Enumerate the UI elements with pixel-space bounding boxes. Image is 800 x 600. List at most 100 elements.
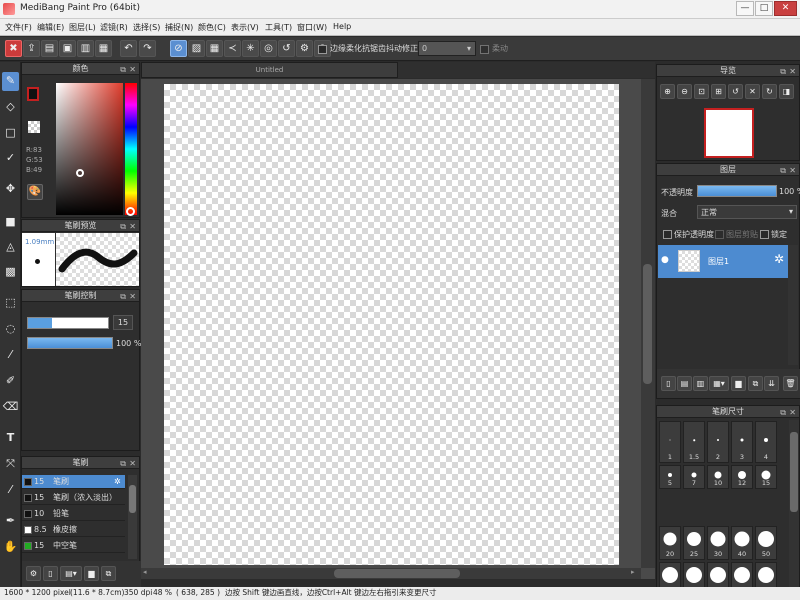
menu-edit[interactable]: 编辑(E) <box>37 22 64 33</box>
float-icon[interactable]: ⧉ <box>120 291 126 302</box>
scroll-thumb[interactable] <box>129 485 136 513</box>
menu-snap[interactable]: 捕捉(N) <box>165 22 193 33</box>
text-tool-icon[interactable]: T <box>2 429 19 448</box>
saturation-value-picker[interactable] <box>56 83 123 215</box>
float-icon[interactable]: ⧉ <box>120 221 126 232</box>
float-icon[interactable]: ⧉ <box>780 407 786 418</box>
chat-icon[interactable]: ▤ <box>41 40 58 57</box>
float-icon[interactable]: ⧉ <box>120 458 126 469</box>
dot-tool-icon[interactable]: □ <box>2 124 19 143</box>
vertical-scroll-thumb[interactable] <box>643 264 652 384</box>
float-icon[interactable]: ⧉ <box>780 66 786 77</box>
hand-tool-icon[interactable]: ✋ <box>2 538 19 557</box>
flip-icon[interactable]: ◨ <box>779 84 794 99</box>
menu-tools[interactable]: 工具(T) <box>265 22 292 33</box>
radial-snap-icon[interactable]: ≺ <box>224 40 241 57</box>
menu-file[interactable]: 文件(F) <box>5 22 32 33</box>
undo-icon[interactable]: ↶ <box>120 40 137 57</box>
brush-list-scrollbar[interactable] <box>128 475 137 559</box>
menu-layer[interactable]: 图层(L) <box>69 22 96 33</box>
lock-checkbox[interactable] <box>760 230 769 239</box>
curve-snap-icon[interactable]: ↺ <box>278 40 295 57</box>
hue-slider[interactable] <box>125 83 137 216</box>
size-cell[interactable]: 100 <box>683 562 705 588</box>
maximize-button[interactable]: □ <box>755 1 773 16</box>
blend-mode-select[interactable]: 正常 ▾ <box>697 205 797 219</box>
navigator-thumbnail[interactable] <box>704 108 754 158</box>
menu-view[interactable]: 表示(V) <box>231 22 259 33</box>
radial-burst-snap-icon[interactable]: ✳ <box>242 40 259 57</box>
stabilizer-select[interactable]: 0 ▾ <box>418 41 476 56</box>
antialias-checkbox-box[interactable] <box>318 45 327 54</box>
new-layer-icon[interactable]: ▯ <box>661 376 676 391</box>
color-picker-handle[interactable] <box>76 169 84 177</box>
eraser-tool-icon[interactable]: ◇ <box>2 98 19 117</box>
merge-layer-icon[interactable]: ⇊ <box>764 376 779 391</box>
size-cell[interactable]: 300 <box>755 562 777 588</box>
size-cell[interactable]: 200 <box>731 562 753 588</box>
canvas-tab[interactable]: Untitled <box>141 62 398 78</box>
hue-handle[interactable] <box>126 207 135 216</box>
close-icon[interactable]: ✕ <box>789 66 796 77</box>
primary-color-swatch[interactable] <box>27 87 39 101</box>
duplicate-layer-icon[interactable]: ⧉ <box>748 376 763 391</box>
size-cell[interactable]: 70 <box>659 562 681 588</box>
size-cell[interactable]: 15 <box>755 465 777 489</box>
add-brush-icon[interactable]: ▤▾ <box>60 566 82 581</box>
canvas-vertical-scrollbar[interactable] <box>641 79 655 568</box>
palette-icon[interactable]: 🎨 <box>27 184 43 200</box>
select-eraser-icon[interactable]: ⌫ <box>2 398 19 417</box>
close-icon[interactable]: ✕ <box>789 407 796 418</box>
size-cell[interactable]: 1.5 <box>683 421 705 463</box>
document-icon[interactable]: ▦ <box>95 40 112 57</box>
size-cell[interactable]: 5 <box>659 465 681 489</box>
dropper-icon[interactable]: ✒ <box>2 512 19 531</box>
close-doc-icon[interactable]: ✖ <box>5 40 22 57</box>
brush-size-scrollbar[interactable] <box>789 420 799 587</box>
size-cell[interactable]: 150 <box>707 562 729 588</box>
move-tool-icon[interactable]: ✥ <box>2 180 19 199</box>
new-halftone-layer-icon[interactable]: ▤ <box>677 376 692 391</box>
new-brush-icon[interactable]: ▯ <box>43 566 58 581</box>
canvas[interactable] <box>164 84 619 565</box>
brush-list-item[interactable]: 8.5 橡皮擦 <box>22 523 125 537</box>
shape-tool-icon[interactable]: ■ <box>2 213 19 232</box>
size-cell[interactable]: 10 <box>707 465 729 489</box>
size-cell[interactable]: 40 <box>731 526 753 560</box>
gear-icon[interactable]: ✲ <box>114 475 121 488</box>
brush-size-input[interactable]: 15 <box>113 315 133 330</box>
scroll-left-icon[interactable]: ◂ <box>143 568 147 576</box>
close-icon[interactable]: ✕ <box>129 64 136 75</box>
eye-icon[interactable]: ● <box>661 255 669 265</box>
minimize-button[interactable]: — <box>736 1 754 16</box>
close-icon[interactable]: ✕ <box>129 221 136 232</box>
menu-color[interactable]: 颜色(C) <box>198 22 226 33</box>
protect-alpha-checkbox[interactable] <box>663 230 672 239</box>
rotate-left-icon[interactable]: ↺ <box>728 84 743 99</box>
size-cell[interactable]: 3 <box>731 421 753 463</box>
size-cell[interactable]: 7 <box>683 465 705 489</box>
layer-list-scrollbar[interactable] <box>788 245 798 365</box>
close-icon[interactable]: ✕ <box>129 291 136 302</box>
parallel-snap-icon[interactable]: ▨ <box>188 40 205 57</box>
layer-row[interactable]: ● 图层1 ✲ <box>658 245 788 278</box>
menu-select[interactable]: 选择(S) <box>133 22 160 33</box>
select-pen-tool-icon[interactable]: ✐ <box>2 372 19 391</box>
fit-icon[interactable]: ⊡ <box>694 84 709 99</box>
rotate-right-icon[interactable]: ↻ <box>762 84 777 99</box>
size-cell[interactable]: 2 <box>707 421 729 463</box>
scroll-right-icon[interactable]: ▸ <box>631 568 635 576</box>
brush-size-slider[interactable] <box>27 317 109 329</box>
close-icon[interactable]: ✕ <box>129 458 136 469</box>
size-cell[interactable]: 30 <box>707 526 729 560</box>
copy-icon[interactable]: ⧉ <box>101 566 116 581</box>
zoom-out-icon[interactable]: ⊖ <box>677 84 692 99</box>
transparent-swatch[interactable] <box>28 121 40 133</box>
layer-menu-icon[interactable]: ▦▾ <box>709 376 729 391</box>
layer-folder-icon[interactable]: ▆ <box>731 376 746 391</box>
new-8bit-layer-icon[interactable]: ▥ <box>693 376 708 391</box>
size-cell[interactable]: 4 <box>755 421 777 463</box>
upload-icon[interactable]: ⇪ <box>23 40 40 57</box>
brush-opacity-slider[interactable] <box>27 337 113 349</box>
grid-snap-icon[interactable]: ▦ <box>206 40 223 57</box>
